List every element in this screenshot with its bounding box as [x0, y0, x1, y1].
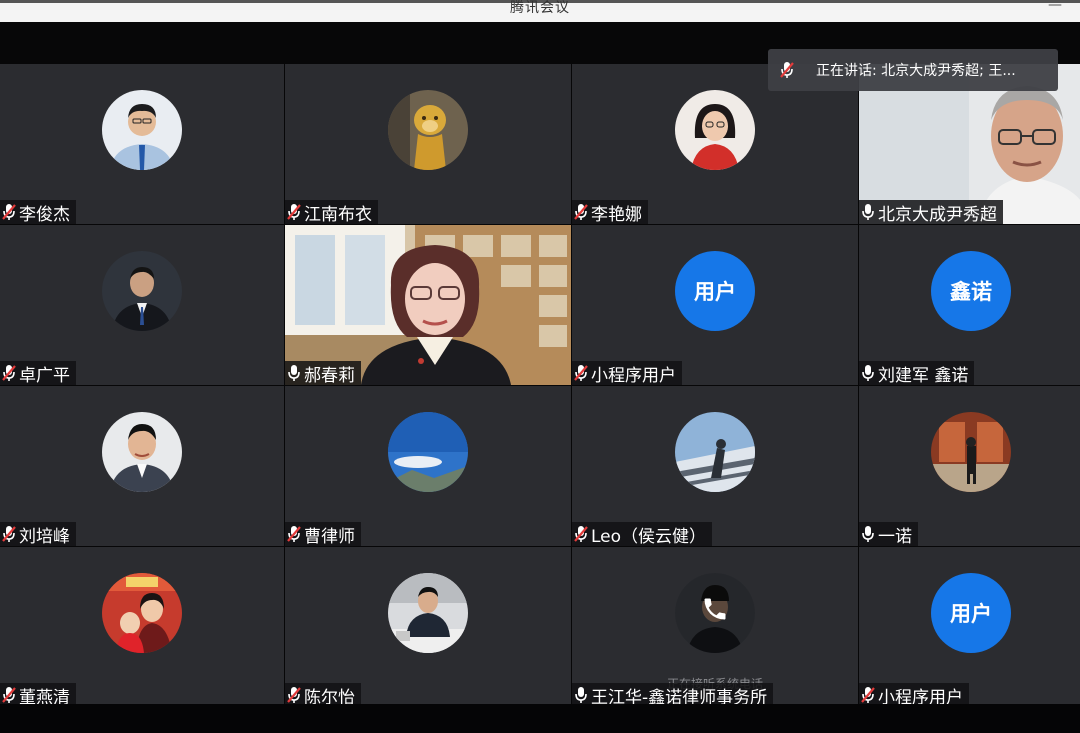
mic-icon[interactable]: [861, 364, 875, 382]
bottom-bar: [0, 704, 1080, 733]
participant-video-tile[interactable]: 郝春莉: [285, 225, 571, 385]
participant-tile[interactable]: 卓广平: [0, 225, 284, 385]
participant-name-bar: 郝春莉: [285, 361, 361, 385]
avatar-text: 用户: [675, 251, 755, 331]
participant-name-bar: 刘培峰: [0, 522, 76, 546]
participant-tile[interactable]: 正在接听系统电话 王江华-鑫诺律师事务所: [572, 547, 858, 707]
participant-tile[interactable]: 用户 小程序用户: [572, 225, 858, 385]
participant-tile[interactable]: 鑫诺 刘建军 鑫诺: [859, 225, 1080, 385]
participant-name: 卓广平: [19, 365, 70, 386]
mic-muted-icon[interactable]: [287, 686, 301, 704]
phone-icon: [704, 598, 726, 620]
mic-muted-icon[interactable]: [574, 203, 588, 221]
participant-grid: 李俊杰 江南布衣 李艳娜 北京大成尹秀超 卓广平 郝春莉 用户 小程序用户 鑫诺…: [0, 64, 1080, 707]
avatar-text: 鑫诺: [931, 251, 1011, 331]
mic-muted-icon[interactable]: [574, 364, 588, 382]
participant-tile[interactable]: 李俊杰: [0, 64, 284, 224]
mic-icon[interactable]: [861, 203, 875, 221]
mic-muted-icon[interactable]: [2, 364, 16, 382]
participant-name: 小程序用户: [591, 365, 676, 386]
avatar: [102, 573, 182, 653]
participant-name: 北京大成尹秀超: [878, 204, 997, 225]
mic-icon[interactable]: [861, 525, 875, 543]
participant-name-bar: 小程序用户: [572, 361, 682, 385]
participant-name: 一诺: [878, 526, 912, 547]
avatar: [675, 90, 755, 170]
avatar: [675, 573, 755, 653]
mic-muted-icon[interactable]: [2, 686, 16, 704]
participant-name: Leo（侯云健）: [591, 526, 707, 547]
participant-name: 刘建军 鑫诺: [878, 365, 969, 386]
participant-tile[interactable]: 用户 小程序用户: [859, 547, 1080, 707]
title-bar: 腾讯会议 —: [0, 0, 1080, 22]
participant-name-bar: 江南布衣: [285, 200, 378, 224]
avatar: [102, 90, 182, 170]
participant-name-bar: 北京大成尹秀超: [859, 200, 1003, 224]
avatar: [388, 573, 468, 653]
participant-tile[interactable]: 江南布衣: [285, 64, 571, 224]
avatar: [102, 412, 182, 492]
mic-muted-icon[interactable]: [2, 203, 16, 221]
participant-name-bar: 曹律师: [285, 522, 361, 546]
speaking-indicator: 正在讲话: 北京大成尹秀超; 王...: [768, 49, 1058, 91]
avatar-text: 用户: [931, 573, 1011, 653]
participant-name-bar: 卓广平: [0, 361, 76, 385]
participant-name-bar: 一诺: [859, 522, 918, 546]
mic-icon[interactable]: [574, 686, 588, 704]
minimize-icon[interactable]: —: [1048, 0, 1062, 13]
avatar: [675, 412, 755, 492]
mic-icon[interactable]: [287, 364, 301, 382]
speaking-label: 正在讲话: 北京大成尹秀超; 王...: [816, 63, 1016, 79]
participant-name-bar: 李俊杰: [0, 200, 76, 224]
avatar: [388, 90, 468, 170]
mic-muted-icon[interactable]: [574, 525, 588, 543]
mic-muted-icon: [780, 61, 794, 79]
participant-tile[interactable]: Leo（侯云健）: [572, 386, 858, 546]
participant-name: 江南布衣: [304, 204, 372, 225]
participant-tile[interactable]: 曹律师: [285, 386, 571, 546]
participant-tile[interactable]: 刘培峰: [0, 386, 284, 546]
participant-name-bar: Leo（侯云健）: [572, 522, 713, 547]
mic-muted-icon[interactable]: [287, 525, 301, 543]
avatar: [931, 412, 1011, 492]
mic-muted-icon[interactable]: [861, 686, 875, 704]
avatar: [388, 412, 468, 492]
participant-name: 李艳娜: [591, 204, 642, 225]
avatar: [102, 251, 182, 331]
participant-tile[interactable]: 董燕清: [0, 547, 284, 707]
participant-name: 李俊杰: [19, 204, 70, 225]
mic-muted-icon[interactable]: [287, 203, 301, 221]
participant-tile[interactable]: 陈尔怡: [285, 547, 571, 707]
participant-name: 曹律师: [304, 526, 355, 547]
mic-muted-icon[interactable]: [2, 525, 16, 543]
participant-tile[interactable]: 一诺: [859, 386, 1080, 546]
window-title: 腾讯会议: [510, 0, 570, 16]
participant-name-bar: 李艳娜: [572, 200, 648, 224]
participant-name: 刘培峰: [19, 526, 70, 547]
participant-name: 郝春莉: [304, 365, 355, 386]
participant-name-bar: 刘建军 鑫诺: [859, 361, 975, 386]
